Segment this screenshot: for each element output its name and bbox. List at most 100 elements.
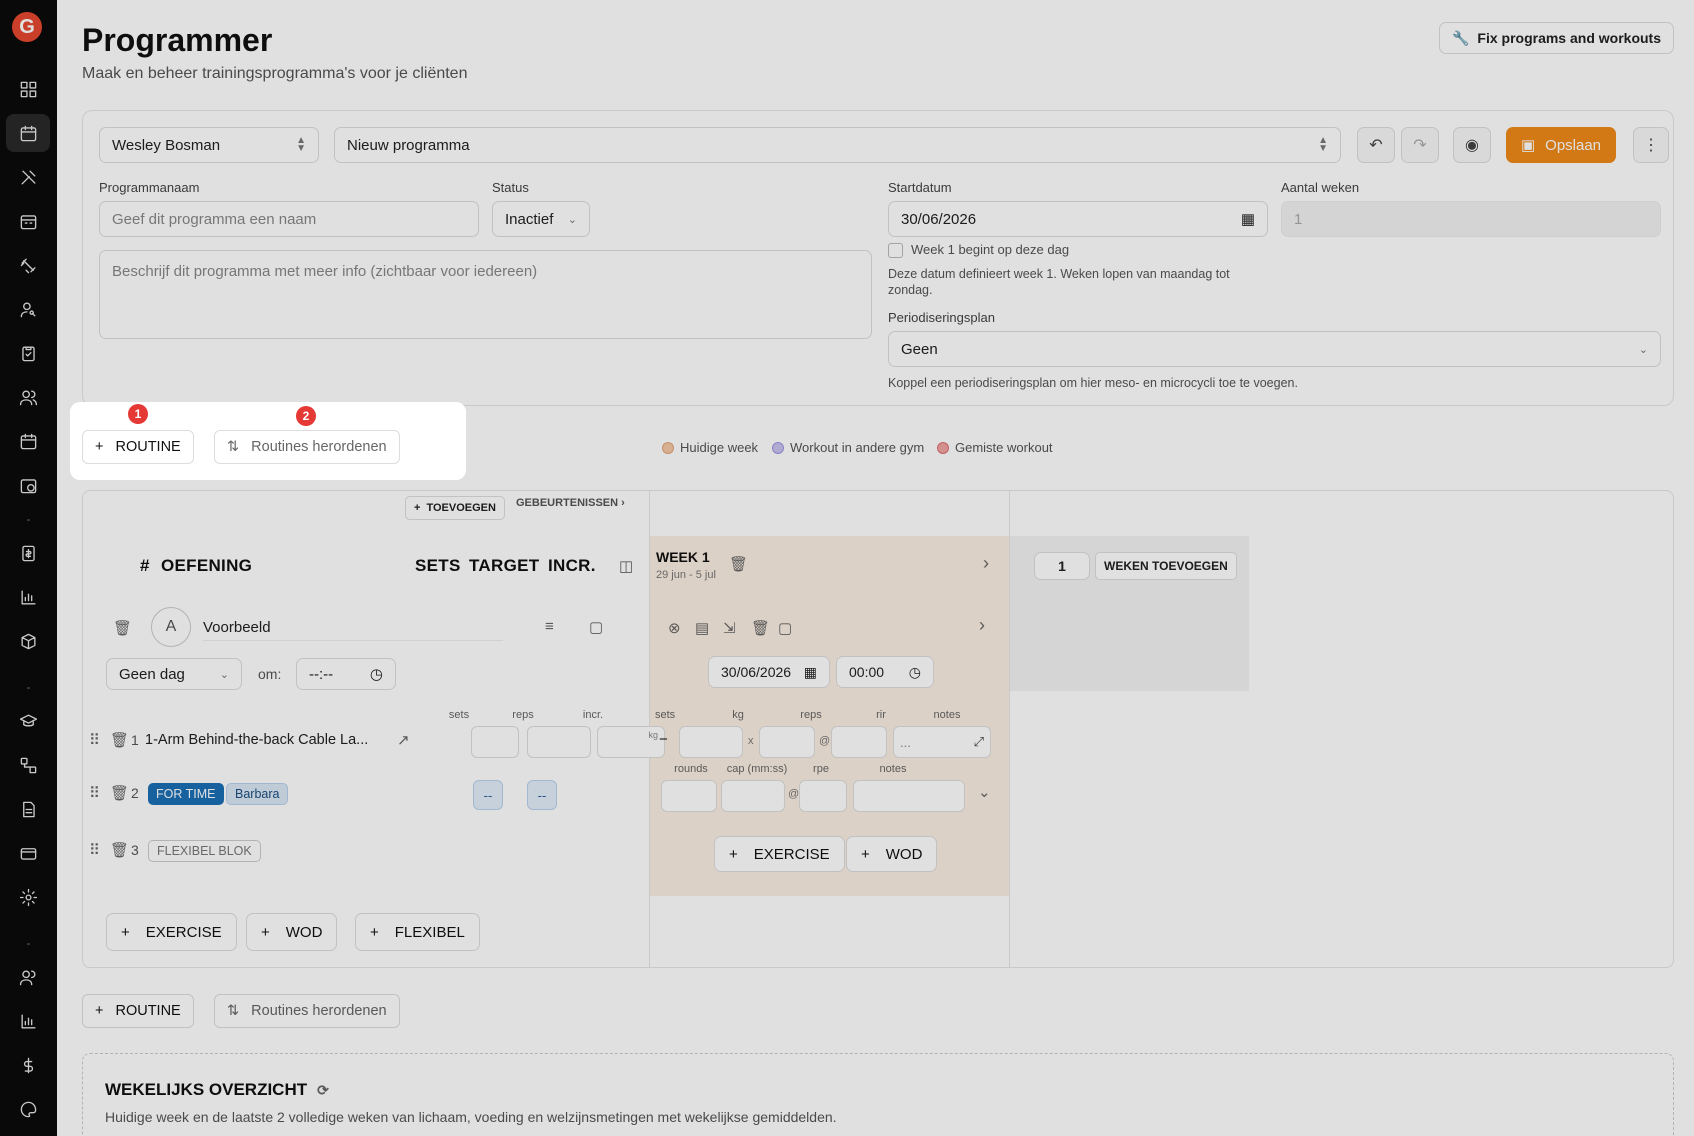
routine-name-input[interactable]: Voorbeeld (203, 619, 503, 641)
redo-button[interactable]: ↷ (1401, 127, 1439, 163)
dumbbell-icon[interactable] (6, 246, 50, 284)
delete-workout-icon[interactable]: 🗑 (751, 619, 770, 637)
stats-icon[interactable] (6, 1002, 50, 1040)
credit-card-icon[interactable] (6, 834, 50, 872)
dollar-icon[interactable] (6, 1046, 50, 1084)
trend-icon[interactable]: ↗ (397, 731, 410, 749)
start-date-input[interactable]: 30/06/2026 ▦ (888, 201, 1268, 237)
add-flexible-button[interactable]: + FLEXIBEL (355, 913, 480, 951)
document-icon[interactable] (6, 790, 50, 828)
expand-icon[interactable]: ⤢ (974, 734, 984, 750)
chevron-down-icon[interactable]: ⌄ (978, 783, 991, 801)
client-select[interactable]: Wesley Bosman ▲ ▼ (99, 127, 319, 163)
preview-button[interactable]: ◉ (1453, 127, 1491, 163)
description-textarea[interactable]: Beschrijf dit programma met meer info (z… (99, 250, 872, 339)
chart-icon[interactable] (6, 578, 50, 616)
delete-flexible-icon[interactable]: 🗑 (110, 841, 129, 859)
clients-icon[interactable] (6, 958, 50, 996)
sets-input[interactable] (471, 726, 519, 758)
missed-workout-dot (937, 441, 949, 454)
add-wod-button[interactable]: + WOD (246, 913, 338, 951)
weeks-count-input[interactable]: 1 (1281, 201, 1661, 237)
delete-routine-icon[interactable]: 🗑 (113, 619, 132, 637)
delete-wod-icon[interactable]: 🗑 (110, 784, 129, 802)
clipboard-icon[interactable] (6, 334, 50, 372)
program-select[interactable]: Nieuw programma ▲ ▼ (334, 127, 1341, 163)
skip-icon[interactable]: ⊗ (668, 619, 681, 637)
drag-handle-icon[interactable]: ⠿ (89, 841, 100, 859)
add-event-button[interactable]: + TOEVOEGEN (405, 496, 505, 520)
package-icon[interactable] (6, 622, 50, 660)
cap-input[interactable] (721, 780, 785, 812)
fix-programs-button[interactable]: 🔧 Fix programs and workouts (1438, 22, 1674, 54)
export-icon[interactable]: ⇲ (723, 619, 736, 637)
events-link[interactable]: GEBEURTENISSEN › (516, 497, 625, 509)
invoice-icon[interactable] (6, 534, 50, 572)
bottom-reorder-routines-button[interactable]: ⇅ Routines herordenen (214, 994, 400, 1028)
tutorial-marker-1[interactable]: 1 (128, 404, 148, 424)
wod-notes-input[interactable] (853, 780, 965, 812)
save-button[interactable]: ▣ Opslaan (1506, 127, 1616, 163)
gym-icon[interactable]: ▤ (695, 619, 709, 637)
week-reps-input[interactable] (759, 726, 815, 758)
add-routine-button[interactable]: + ROUTINE (82, 430, 194, 464)
more-options-button[interactable]: ⋮ (1633, 127, 1669, 163)
week-add-exercise-button[interactable]: + EXERCISE (714, 836, 845, 872)
delete-exercise-icon[interactable]: 🗑 (110, 731, 129, 749)
notes-icon[interactable]: ▢ (589, 618, 603, 636)
sort-icon: ⇅ (227, 439, 240, 455)
graduation-icon[interactable] (6, 702, 50, 740)
time-input[interactable]: --:-- ◷ (296, 658, 396, 690)
schedule-icon[interactable] (6, 202, 50, 240)
rpe-input[interactable] (799, 780, 847, 812)
week1-checkbox[interactable] (888, 243, 903, 258)
calendar-icon[interactable] (6, 114, 50, 152)
planner-icon[interactable] (6, 422, 50, 460)
status-select[interactable]: Inactief ⌄ (492, 201, 590, 237)
chevron-right-icon[interactable]: › (983, 553, 989, 574)
reorder-routines-button[interactable]: ⇅ Routines herordenen (214, 430, 400, 464)
drag-handle-icon[interactable]: ⠿ (89, 731, 100, 749)
chevron-right-icon[interactable]: › (979, 615, 985, 636)
workout-time-input[interactable]: 00:00 ◷ (836, 656, 934, 688)
tools-icon[interactable] (6, 158, 50, 196)
workout-notes-icon[interactable]: ▢ (778, 619, 792, 637)
exercise-name[interactable]: 1-Arm Behind-the-back Cable La... (145, 732, 368, 748)
workflow-icon[interactable] (6, 746, 50, 784)
add-exercise-button[interactable]: + EXERCISE (106, 913, 237, 951)
target-placeholder[interactable]: -- (527, 780, 557, 810)
rounds-input[interactable] (661, 780, 717, 812)
gear-icon[interactable] (6, 878, 50, 916)
wod-name-badge[interactable]: Barbara (226, 783, 289, 805)
columns-toggle-icon[interactable]: ◫ (619, 557, 633, 575)
weeks-to-add-input[interactable]: 1 (1034, 552, 1090, 580)
app-logo[interactable]: G (12, 12, 42, 42)
sets-placeholder[interactable]: -- (473, 780, 503, 810)
weekly-overview-subtitle: Huidige week en de laatste 2 volledige w… (105, 1109, 837, 1125)
delete-week-icon[interactable]: 🗑 (729, 555, 748, 573)
day-select[interactable]: Geen dag ⌄ (106, 658, 242, 690)
incr-input[interactable]: kg (597, 726, 665, 758)
legend-other-gym: Workout in andere gym (772, 440, 924, 455)
add-weeks-button[interactable]: WEKEN TOEVOEGEN (1095, 552, 1237, 580)
undo-button[interactable]: ↶ (1357, 127, 1395, 163)
user-search-icon[interactable] (6, 290, 50, 328)
bottom-add-routine-button[interactable]: + ROUTINE (82, 994, 194, 1028)
align-icon[interactable]: ≡ (545, 618, 554, 635)
dashboard-icon[interactable] (6, 70, 50, 108)
palette-icon[interactable] (6, 1090, 50, 1128)
week-add-wod-button[interactable]: + WOD (846, 836, 938, 872)
reps-input[interactable] (527, 726, 591, 758)
refresh-icon[interactable]: ⟳ (317, 1082, 329, 1099)
periodization-select[interactable]: Geen ⌄ (888, 331, 1661, 367)
tutorial-marker-2[interactable]: 2 (296, 406, 316, 426)
users-icon[interactable] (6, 378, 50, 416)
week-rir-input[interactable] (831, 726, 887, 758)
workout-date-input[interactable]: 30/06/2026 ▦ (708, 656, 830, 688)
drag-handle-icon[interactable]: ⠿ (89, 784, 100, 802)
minus-icon[interactable]: − (659, 731, 668, 748)
program-name-input[interactable]: Geef dit programma een naam (99, 201, 479, 237)
week-notes-input[interactable]: ... ⤢ (893, 726, 991, 758)
timer-icon[interactable] (6, 466, 50, 504)
week-kg-input[interactable] (679, 726, 743, 758)
